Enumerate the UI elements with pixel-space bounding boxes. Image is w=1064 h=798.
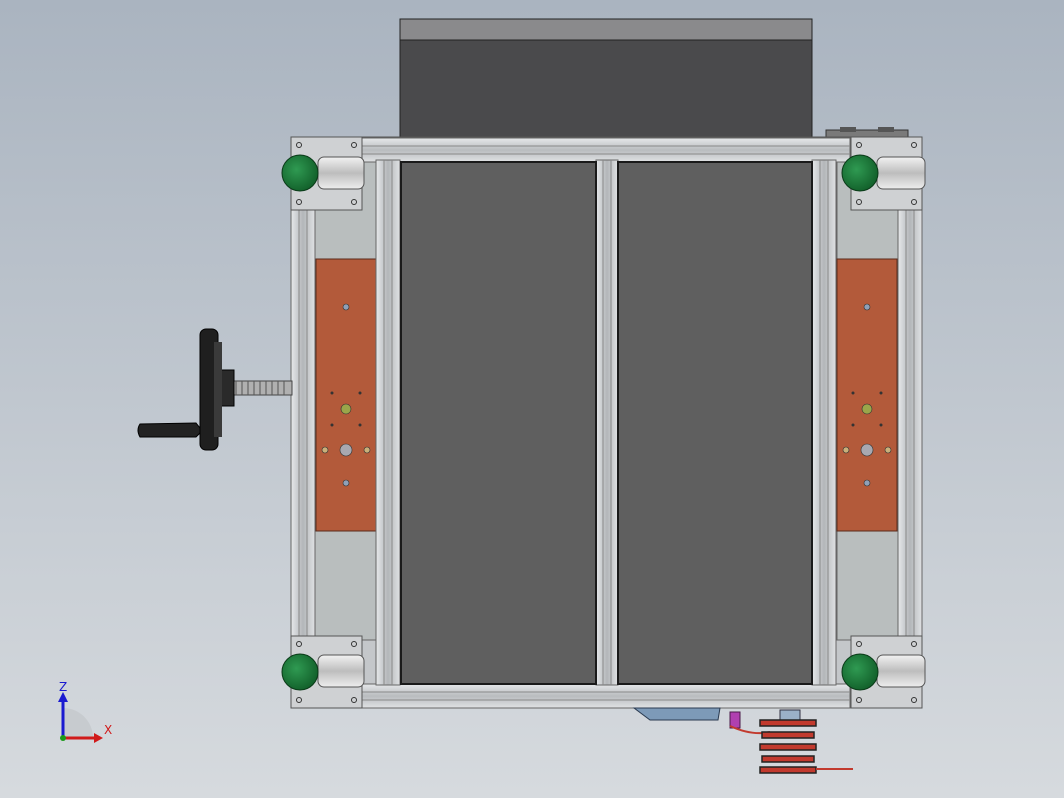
right-outer-rail xyxy=(897,209,923,637)
z-axis-label: Z xyxy=(59,680,67,694)
top-block[interactable] xyxy=(399,18,813,138)
right-inner-rail xyxy=(811,159,837,686)
caster-top-left[interactable] xyxy=(281,136,365,211)
caster-bottom-left[interactable] xyxy=(281,635,365,709)
left-inner-rail xyxy=(375,159,401,686)
cad-scene: Z X xyxy=(0,0,1064,798)
right-copper-plate[interactable] xyxy=(836,258,898,532)
right-panel[interactable] xyxy=(617,161,813,685)
caster-bottom-right[interactable] xyxy=(841,635,926,709)
caster-top-right[interactable] xyxy=(841,136,926,211)
x-axis-label: X xyxy=(104,723,112,737)
left-outer-rail xyxy=(290,209,316,637)
crank-handle[interactable] xyxy=(137,422,201,438)
bottom-rail xyxy=(361,683,851,709)
triad-origin xyxy=(60,735,66,741)
lead-screw xyxy=(229,380,293,396)
left-copper-plate[interactable] xyxy=(315,258,377,532)
center-rail xyxy=(595,159,619,686)
cad-viewport[interactable]: Z X xyxy=(0,0,1064,798)
top-rail xyxy=(361,137,851,163)
left-panel[interactable] xyxy=(400,161,597,685)
